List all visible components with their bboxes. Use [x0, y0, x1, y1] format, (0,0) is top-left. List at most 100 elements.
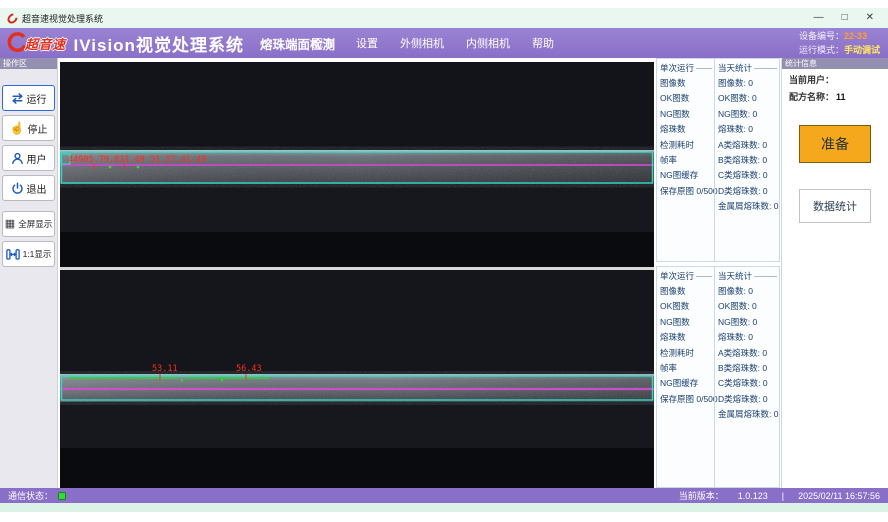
brand-logo: 超音速: [6, 32, 66, 54]
menu-item[interactable]: 配方: [312, 35, 334, 51]
menu-item[interactable]: 帮助: [532, 35, 554, 51]
stat-value: B类熔珠数: 0: [718, 153, 779, 168]
menu-item[interactable]: 外侧相机: [400, 35, 444, 51]
stat-value: C类熔珠数: 0: [718, 376, 779, 391]
maximize-icon[interactable]: □: [842, 8, 848, 28]
datetime: 2025/02/11 16:57:56: [798, 491, 880, 501]
stat-label: 保存原图 0/500: [660, 392, 714, 407]
inner-camera-view[interactable]: 53.11 56.43: [60, 270, 654, 488]
data-statistics-button[interactable]: 数据统计: [799, 189, 871, 223]
single-run-header: 单次运行: [660, 61, 714, 76]
stat-value: D类熔珠数: 0: [718, 184, 779, 199]
measurement-annotation: 56.43: [236, 364, 262, 374]
today-stats-header: 当天统计: [718, 269, 779, 284]
run-cycle-icon: [11, 92, 24, 105]
stat-value: NG图数: 0: [718, 107, 779, 122]
single-run-rows: 图像数OK图数NG图数熔珠数检测耗时帧率NG图缓存保存原图 0/500: [660, 284, 714, 407]
stat-label: 帧率: [660, 361, 714, 376]
current-user-row: 当前用户：: [782, 69, 888, 86]
one-to-one-button[interactable]: 1:1显示: [2, 241, 55, 267]
menu-bar: 配方 设置 外侧相机 内侧相机 帮助: [312, 28, 554, 58]
single-run-rows: 图像数OK图数NG图数熔珠数检测耗时帧率NG图缓存保存原图 0/500: [660, 76, 714, 199]
green-square-indicator: [58, 492, 66, 500]
stat-value: B类熔珠数: 0: [718, 361, 779, 376]
device-label: 设备编号：: [799, 31, 844, 41]
menu-item[interactable]: 设置: [356, 35, 378, 51]
stat-label: 检测耗时: [660, 346, 714, 361]
stat-value: 金属屑熔珠数: 0: [718, 199, 779, 214]
stat-label: NG图数: [660, 107, 714, 122]
stat-value: 熔珠数: 0: [718, 330, 779, 345]
recipe-name-row: 配方名称：11: [782, 86, 888, 103]
stop-label: 停止: [27, 121, 47, 136]
hand-stop-icon: ☝: [10, 122, 25, 134]
mode-value: 手动调试: [844, 45, 880, 55]
camera-viewport: 44905.79,831.49 31.57,41.49: [60, 62, 654, 488]
power-exit-icon: [11, 182, 24, 195]
stat-value: OK图数: 0: [718, 91, 779, 106]
user-button[interactable]: 用户: [2, 145, 55, 171]
stat-label: 图像数: [660, 76, 714, 91]
stat-value: NG图数: 0: [718, 315, 779, 330]
statistics-panels: 单次运行 图像数OK图数NG图数熔珠数检测耗时帧率NG图缓存保存原图 0/500…: [656, 58, 780, 488]
info-panel: 统计信息 当前用户： 配方名称：11 准备 数据统计: [781, 58, 888, 488]
stat-value: C类熔珠数: 0: [718, 168, 779, 183]
mode-label: 运行模式：: [799, 45, 844, 55]
window-title: 超音速视觉处理系统: [22, 12, 103, 25]
measurement-annotation: 44905.79,831.49: [68, 155, 145, 165]
app-window: 超音速视觉处理系统 — □ ✕ 超音速 IVision视觉处理系统 熔珠端面检测…: [0, 0, 888, 522]
stat-value: 金属屑熔珠数: 0: [718, 407, 779, 422]
stat-label: 熔珠数: [660, 122, 714, 137]
outer-camera-view[interactable]: 44905.79,831.49 31.57,41.49: [60, 62, 654, 267]
recipe-name-label: 配方名称：: [789, 92, 834, 102]
stat-label: OK图数: [660, 299, 714, 314]
stat-value: D类熔珠数: 0: [718, 392, 779, 407]
stat-value: A类熔珠数: 0: [718, 346, 779, 361]
fullscreen-label: 全屏显示: [18, 218, 52, 230]
one-to-one-icon: [6, 248, 20, 261]
comm-status-label: 通信状态：: [8, 489, 53, 502]
today-stats-rows: 图像数: 0OK图数: 0NG图数: 0熔珠数: 0A类熔珠数: 0B类熔珠数:…: [718, 76, 779, 215]
recipe-name-value: 11: [836, 92, 846, 102]
prepare-button[interactable]: 准备: [799, 125, 871, 163]
exit-button[interactable]: 退出: [2, 175, 55, 201]
stat-value: OK图数: 0: [718, 299, 779, 314]
app-header: 超音速 IVision视觉处理系统 熔珠端面检测 配方设置外侧相机内侧相机帮助 …: [0, 28, 888, 58]
measurement-annotation: 53.11: [152, 364, 178, 374]
run-button[interactable]: 运行: [2, 85, 55, 111]
stat-value: 图像数: 0: [718, 76, 779, 91]
outer-camera-stats: 单次运行 图像数OK图数NG图数熔珠数检测耗时帧率NG图缓存保存原图 0/500…: [656, 58, 780, 262]
stat-label: NG图缓存: [660, 168, 714, 183]
status-bar: 通信状态： 当前版本： 1.0.123 | 2025/02/11 16:57:5…: [0, 488, 888, 503]
stat-label: 保存原图 0/500: [660, 184, 714, 199]
one-to-one-label: 1:1显示: [23, 248, 52, 260]
today-stats-rows: 图像数: 0OK图数: 0NG图数: 0熔珠数: 0A类熔珠数: 0B类熔珠数:…: [718, 284, 779, 423]
user-icon: [11, 152, 24, 165]
inner-camera-stats: 单次运行 图像数OK图数NG图数熔珠数检测耗时帧率NG图缓存保存原图 0/500…: [656, 266, 780, 488]
sidebar-title: 操作区: [0, 58, 57, 69]
stat-label: 检测耗时: [660, 138, 714, 153]
operation-sidebar: 操作区 运行 ☝ 停止 用户: [0, 58, 58, 488]
version-value: 1.0.123: [738, 491, 768, 501]
measurement-annotation: 31.57,41.49: [150, 155, 206, 165]
app-title: IVision视觉处理系统: [74, 31, 244, 56]
today-stats-header: 当天统计: [718, 61, 779, 76]
stat-label: 帧率: [660, 153, 714, 168]
minimize-icon[interactable]: —: [814, 8, 824, 28]
version-label: 当前版本：: [679, 489, 724, 502]
single-run-header: 单次运行: [660, 269, 714, 284]
fullscreen-button[interactable]: ▦ 全屏显示: [2, 211, 55, 237]
device-value: 22-33: [844, 31, 867, 41]
separator: |: [782, 491, 784, 501]
stat-label: OK图数: [660, 91, 714, 106]
brand-name: 超音速: [25, 34, 66, 53]
stat-label: NG图缓存: [660, 376, 714, 391]
window-titlebar: 超音速视觉处理系统 — □ ✕: [0, 8, 888, 28]
menu-item[interactable]: 内侧相机: [466, 35, 510, 51]
exit-label: 退出: [27, 181, 47, 196]
stop-button[interactable]: ☝ 停止: [2, 115, 55, 141]
stat-label: NG图数: [660, 315, 714, 330]
app-logo-icon: [5, 11, 19, 25]
footer-band: [0, 503, 888, 512]
close-icon[interactable]: ✕: [866, 8, 874, 28]
